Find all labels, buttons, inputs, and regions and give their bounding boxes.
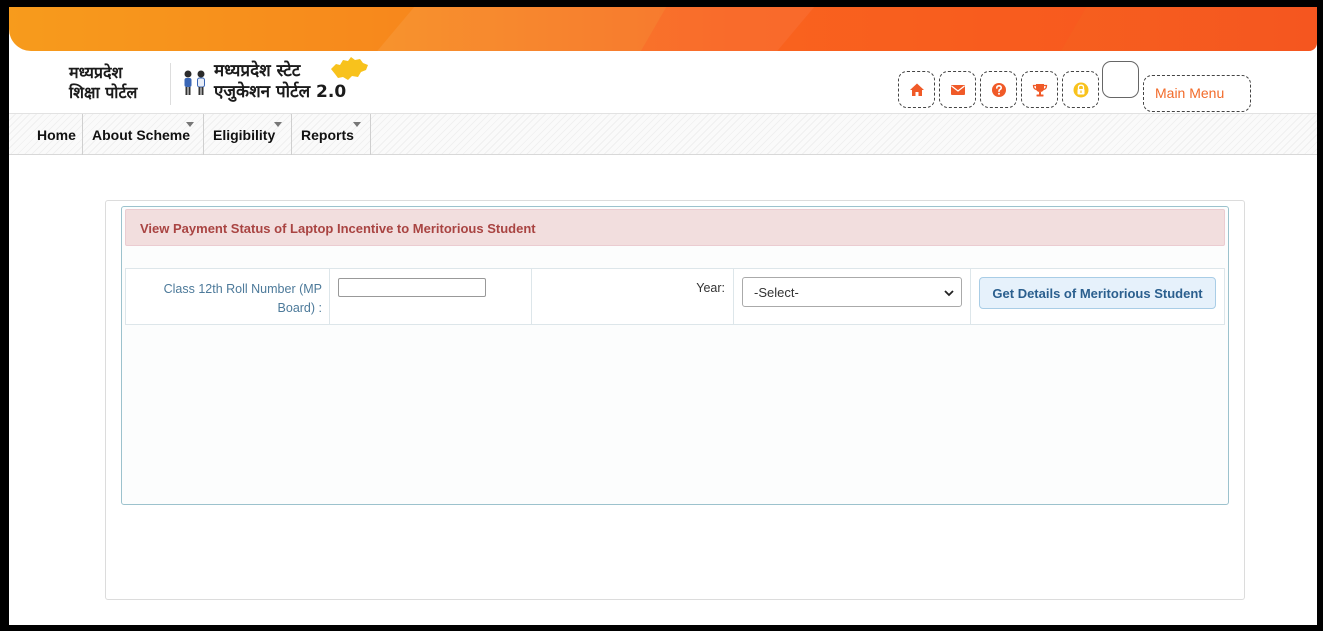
trophy-icon: [1032, 83, 1047, 96]
nav-reports[interactable]: Reports: [292, 114, 371, 155]
chevron-down-icon: [944, 290, 954, 297]
nav-reports-label: Reports: [301, 127, 354, 143]
roll-label-cell: Class 12th Roll Number (MP Board) :: [126, 269, 330, 324]
nav-eligibility[interactable]: Eligibility: [204, 114, 292, 155]
achievements-button[interactable]: [1021, 71, 1058, 108]
year-label: Year:: [696, 281, 725, 295]
help-button[interactable]: [980, 71, 1017, 108]
site-header: मध्यप्रदेश शिक्षा पोर्टल मध्यप्रदेश स्टे…: [9, 51, 1317, 113]
nav-eligibility-label: Eligibility: [213, 127, 276, 143]
main-menu-button[interactable]: Main Menu: [1143, 75, 1251, 112]
lock-icon: [1073, 82, 1088, 97]
logo2-line1: मध्यप्रदेश स्टेट: [214, 61, 301, 81]
students-icon: [184, 70, 205, 95]
home-icon: [909, 83, 924, 96]
year-label-cell: Year:: [532, 269, 734, 324]
roll-number-label: Class 12th Roll Number (MP Board) :: [163, 282, 322, 315]
logo1-line2: शिक्षा पोर्टल: [69, 83, 138, 102]
contact-button[interactable]: [939, 71, 976, 108]
mp-map-icon: [331, 57, 368, 80]
state-education-portal-logo[interactable]: मध्यप्रदेश स्टेट एजुकेशन पोर्टल 2.0: [214, 61, 346, 103]
panel-title: View Payment Status of Laptop Incentive …: [125, 209, 1225, 246]
chevron-down-icon: [186, 122, 194, 127]
logo2-line2: एजुकेशन पोर्टल 2.0: [214, 82, 347, 102]
nav-about-scheme[interactable]: About Scheme: [83, 114, 204, 155]
blank-icon-button[interactable]: [1102, 61, 1139, 98]
nav-home[interactable]: Home: [9, 114, 83, 155]
browser-viewport: मध्यप्रदेश शिक्षा पोर्टल मध्यप्रदेश स्टे…: [9, 7, 1317, 625]
nav-about-scheme-label: About Scheme: [92, 127, 191, 143]
home-button[interactable]: [898, 71, 935, 108]
question-icon: [991, 82, 1006, 97]
chevron-down-icon: [353, 122, 361, 127]
nav-home-label: Home: [37, 127, 76, 143]
roll-number-input[interactable]: [338, 278, 486, 297]
chevron-down-icon: [274, 122, 282, 127]
search-form: Class 12th Roll Number (MP Board) : Year…: [125, 268, 1225, 325]
main-navigation: Home About Scheme Eligibility Reports: [9, 113, 1317, 155]
logo1-line1: मध्यप्रदेश: [69, 63, 123, 82]
logo-divider: [170, 63, 171, 105]
get-details-button[interactable]: Get Details of Meritorious Student: [979, 277, 1216, 309]
envelope-icon: [950, 84, 965, 95]
year-select[interactable]: -Select-: [742, 277, 962, 307]
top-orange-banner: [9, 7, 1317, 51]
year-selected-value: -Select-: [754, 285, 799, 300]
payment-status-panel: View Payment Status of Laptop Incentive …: [121, 206, 1229, 505]
login-button[interactable]: [1062, 71, 1099, 108]
shiksha-portal-logo[interactable]: मध्यप्रदेश शिक्षा पोर्टल: [69, 63, 137, 103]
